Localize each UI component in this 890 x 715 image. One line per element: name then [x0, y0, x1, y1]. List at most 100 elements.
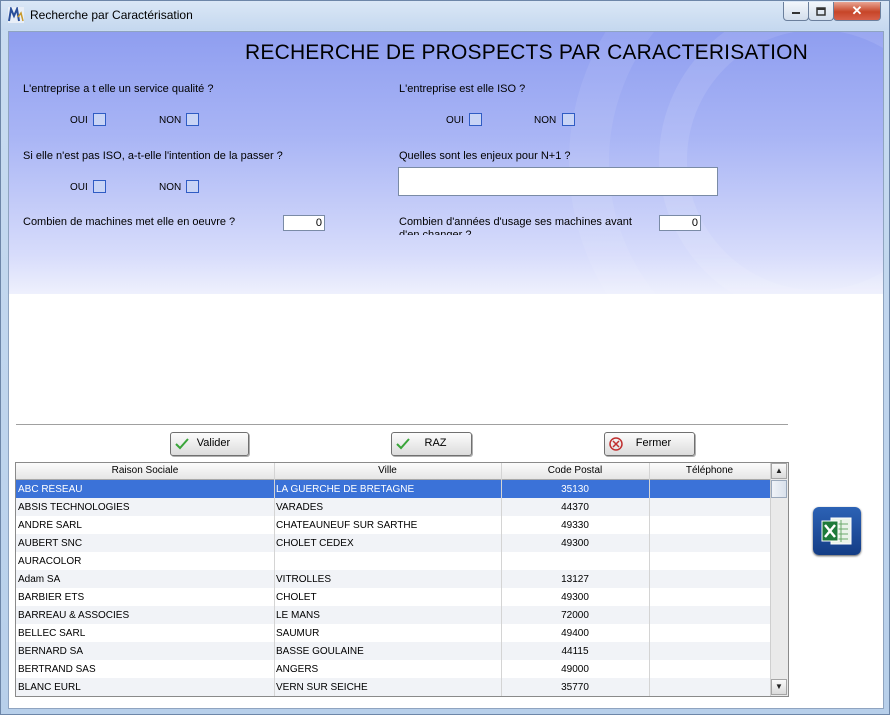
column-header-ville[interactable]: Ville: [274, 465, 501, 476]
app-logo-icon: [8, 7, 24, 23]
cell-raison-sociale: BERNARD SA: [18, 646, 84, 657]
cell-raison-sociale: AUBERT SNC: [18, 538, 83, 549]
table-row[interactable]: BERTRAND SAS ANGERS 49000: [16, 660, 770, 678]
table-row[interactable]: BLANC EURL VERN SUR SEICHE 35770: [16, 678, 770, 696]
excel-export-button[interactable]: [813, 507, 861, 555]
minimize-icon: [792, 12, 800, 14]
cell-raison-sociale: ABC RÉSEAU: [18, 484, 83, 495]
watermark-decoration: [659, 32, 883, 294]
machines-count-input[interactable]: 0: [283, 215, 325, 231]
application-window: Recherche par Caractérisation ✕ RECHERCH…: [0, 0, 890, 715]
question-iso: L'entreprise est elle ISO ?: [399, 83, 526, 95]
cell-code-postal: 44370: [561, 502, 589, 513]
table-row[interactable]: BARBIER ETS CHOLET 49300: [16, 588, 770, 606]
question-service-qualite: L'entreprise a t elle un service qualité…: [23, 83, 214, 95]
scroll-up-button[interactable]: ▲: [771, 463, 787, 479]
cell-ville: CHATEAUNEUF SUR SARTHE: [276, 520, 418, 531]
annees-usage-input[interactable]: 0: [659, 215, 701, 231]
client-area: RECHERCHE DE PROSPECTS PAR CARACTERISATI…: [8, 31, 884, 709]
cell-ville: VITROLLES: [276, 574, 332, 585]
iso-oui-label: OUI: [446, 115, 464, 126]
cell-ville: LA GUERCHE DE BRETAGNE: [276, 484, 415, 495]
cell-raison-sociale: ABSIS TECHNOLOGIES: [18, 502, 130, 513]
close-icon: ✕: [851, 3, 863, 18]
table-row[interactable]: AURACOLOR: [16, 552, 770, 570]
cell-ville: SAUMUR: [276, 628, 320, 639]
title-bar[interactable]: Recherche par Caractérisation ✕: [1, 1, 889, 30]
question-intention-iso: Si elle n'est pas ISO, a-t-elle l'intent…: [23, 150, 283, 162]
enjeux-input[interactable]: [398, 167, 718, 196]
cell-ville: CHOLET: [276, 592, 317, 603]
arrow-down-icon: ▼: [775, 682, 783, 691]
intention-oui-checkbox[interactable]: [93, 180, 106, 193]
minimize-button[interactable]: [783, 2, 809, 21]
cell-raison-sociale: ANDRÉ SARL: [18, 520, 82, 531]
column-header-code-postal[interactable]: Code Postal: [501, 465, 649, 476]
table-row[interactable]: BELLEC SARL SAUMUR 49400: [16, 624, 770, 642]
cell-ville: CHOLET CEDEX: [276, 538, 354, 549]
table-row[interactable]: BARREAU & ASSOCIÉS LE MANS 72000: [16, 606, 770, 624]
cell-raison-sociale: BELLEC SARL: [18, 628, 86, 639]
table-row[interactable]: ANDRÉ SARL CHATEAUNEUF SUR SARTHE 49330: [16, 516, 770, 534]
cell-ville: LE MANS: [276, 610, 320, 621]
cell-raison-sociale: BARBIER ETS: [18, 592, 85, 603]
cell-code-postal: 49000: [561, 664, 589, 675]
table-row[interactable]: ABSIS TECHNOLOGIES VARADES 44370: [16, 498, 770, 516]
separator-line: [16, 424, 788, 425]
criteria-form: RECHERCHE DE PROSPECTS PAR CARACTERISATI…: [9, 32, 883, 294]
maximize-icon: [816, 6, 826, 16]
excel-export-icon: [821, 517, 852, 545]
prospects-table[interactable]: Raison Sociale Ville Code Postal Télépho…: [15, 462, 789, 697]
cell-code-postal: 49300: [561, 538, 589, 549]
fermer-button[interactable]: Fermer: [604, 432, 695, 456]
intention-oui-label: OUI: [70, 182, 88, 193]
maximize-button[interactable]: [808, 2, 834, 21]
valider-label: Valider: [196, 437, 231, 449]
column-divider: [649, 463, 650, 696]
intention-non-checkbox[interactable]: [186, 180, 199, 193]
close-window-button[interactable]: ✕: [833, 2, 881, 21]
cell-code-postal: 44115: [561, 646, 589, 657]
table-row[interactable]: Adam SA VITROLLES 13127: [16, 570, 770, 588]
cell-ville: ANGERS: [276, 664, 319, 675]
column-header-raison-sociale[interactable]: Raison Sociale: [16, 465, 274, 476]
cell-code-postal: 49300: [561, 592, 589, 603]
question-annees-usage: Combien d'années d'usage ses machines av…: [399, 216, 632, 235]
intention-non-label: NON: [159, 182, 182, 193]
cell-code-postal: 35130: [561, 484, 589, 495]
column-divider: [501, 463, 502, 696]
cell-code-postal: 35770: [561, 682, 589, 693]
iso-oui-checkbox[interactable]: [469, 113, 482, 126]
cell-code-postal: 72000: [561, 610, 589, 621]
cell-raison-sociale: BLANC EURL: [18, 682, 81, 693]
cell-code-postal: 49330: [561, 520, 589, 531]
service-qualite-non-checkbox[interactable]: [186, 113, 199, 126]
service-qualite-oui-label: OUI: [70, 115, 88, 126]
raz-label: RAZ: [424, 437, 447, 449]
raz-button[interactable]: RAZ: [391, 432, 472, 456]
column-divider: [274, 463, 275, 696]
table-header: Raison Sociale Ville Code Postal Télépho…: [16, 463, 770, 480]
valider-button[interactable]: Valider: [170, 432, 249, 456]
cell-raison-sociale: BARREAU & ASSOCIÉS: [18, 610, 130, 621]
table-row[interactable]: AUBERT SNC CHOLET CEDEX 49300: [16, 534, 770, 552]
table-scrollbar[interactable]: ▲ ▼: [770, 463, 788, 696]
cell-ville: VARADES: [276, 502, 324, 513]
table-row[interactable]: BERNARD SA BASSE GOULAINE 44115: [16, 642, 770, 660]
arrow-up-icon: ▲: [775, 466, 783, 475]
iso-non-checkbox[interactable]: [562, 113, 575, 126]
iso-non-label: NON: [534, 115, 557, 126]
column-header-telephone[interactable]: Téléphone: [649, 465, 770, 476]
scroll-thumb[interactable]: [771, 480, 787, 498]
cell-raison-sociale: AURACOLOR: [18, 556, 82, 567]
scroll-down-button[interactable]: ▼: [771, 679, 787, 695]
question-enjeux: Quelles sont les enjeux pour N+1 ?: [399, 150, 571, 162]
cell-code-postal: 49400: [561, 628, 589, 639]
cell-ville: VERN SUR SEICHE: [276, 682, 368, 693]
cell-raison-sociale: BERTRAND SAS: [18, 664, 96, 675]
table-row[interactable]: ABC RÉSEAU LA GUERCHE DE BRETAGNE 35130: [16, 480, 770, 498]
service-qualite-non-label: NON: [159, 115, 182, 126]
cell-code-postal: 13127: [561, 574, 589, 585]
service-qualite-oui-checkbox[interactable]: [93, 113, 106, 126]
cell-ville: BASSE GOULAINE: [276, 646, 364, 657]
